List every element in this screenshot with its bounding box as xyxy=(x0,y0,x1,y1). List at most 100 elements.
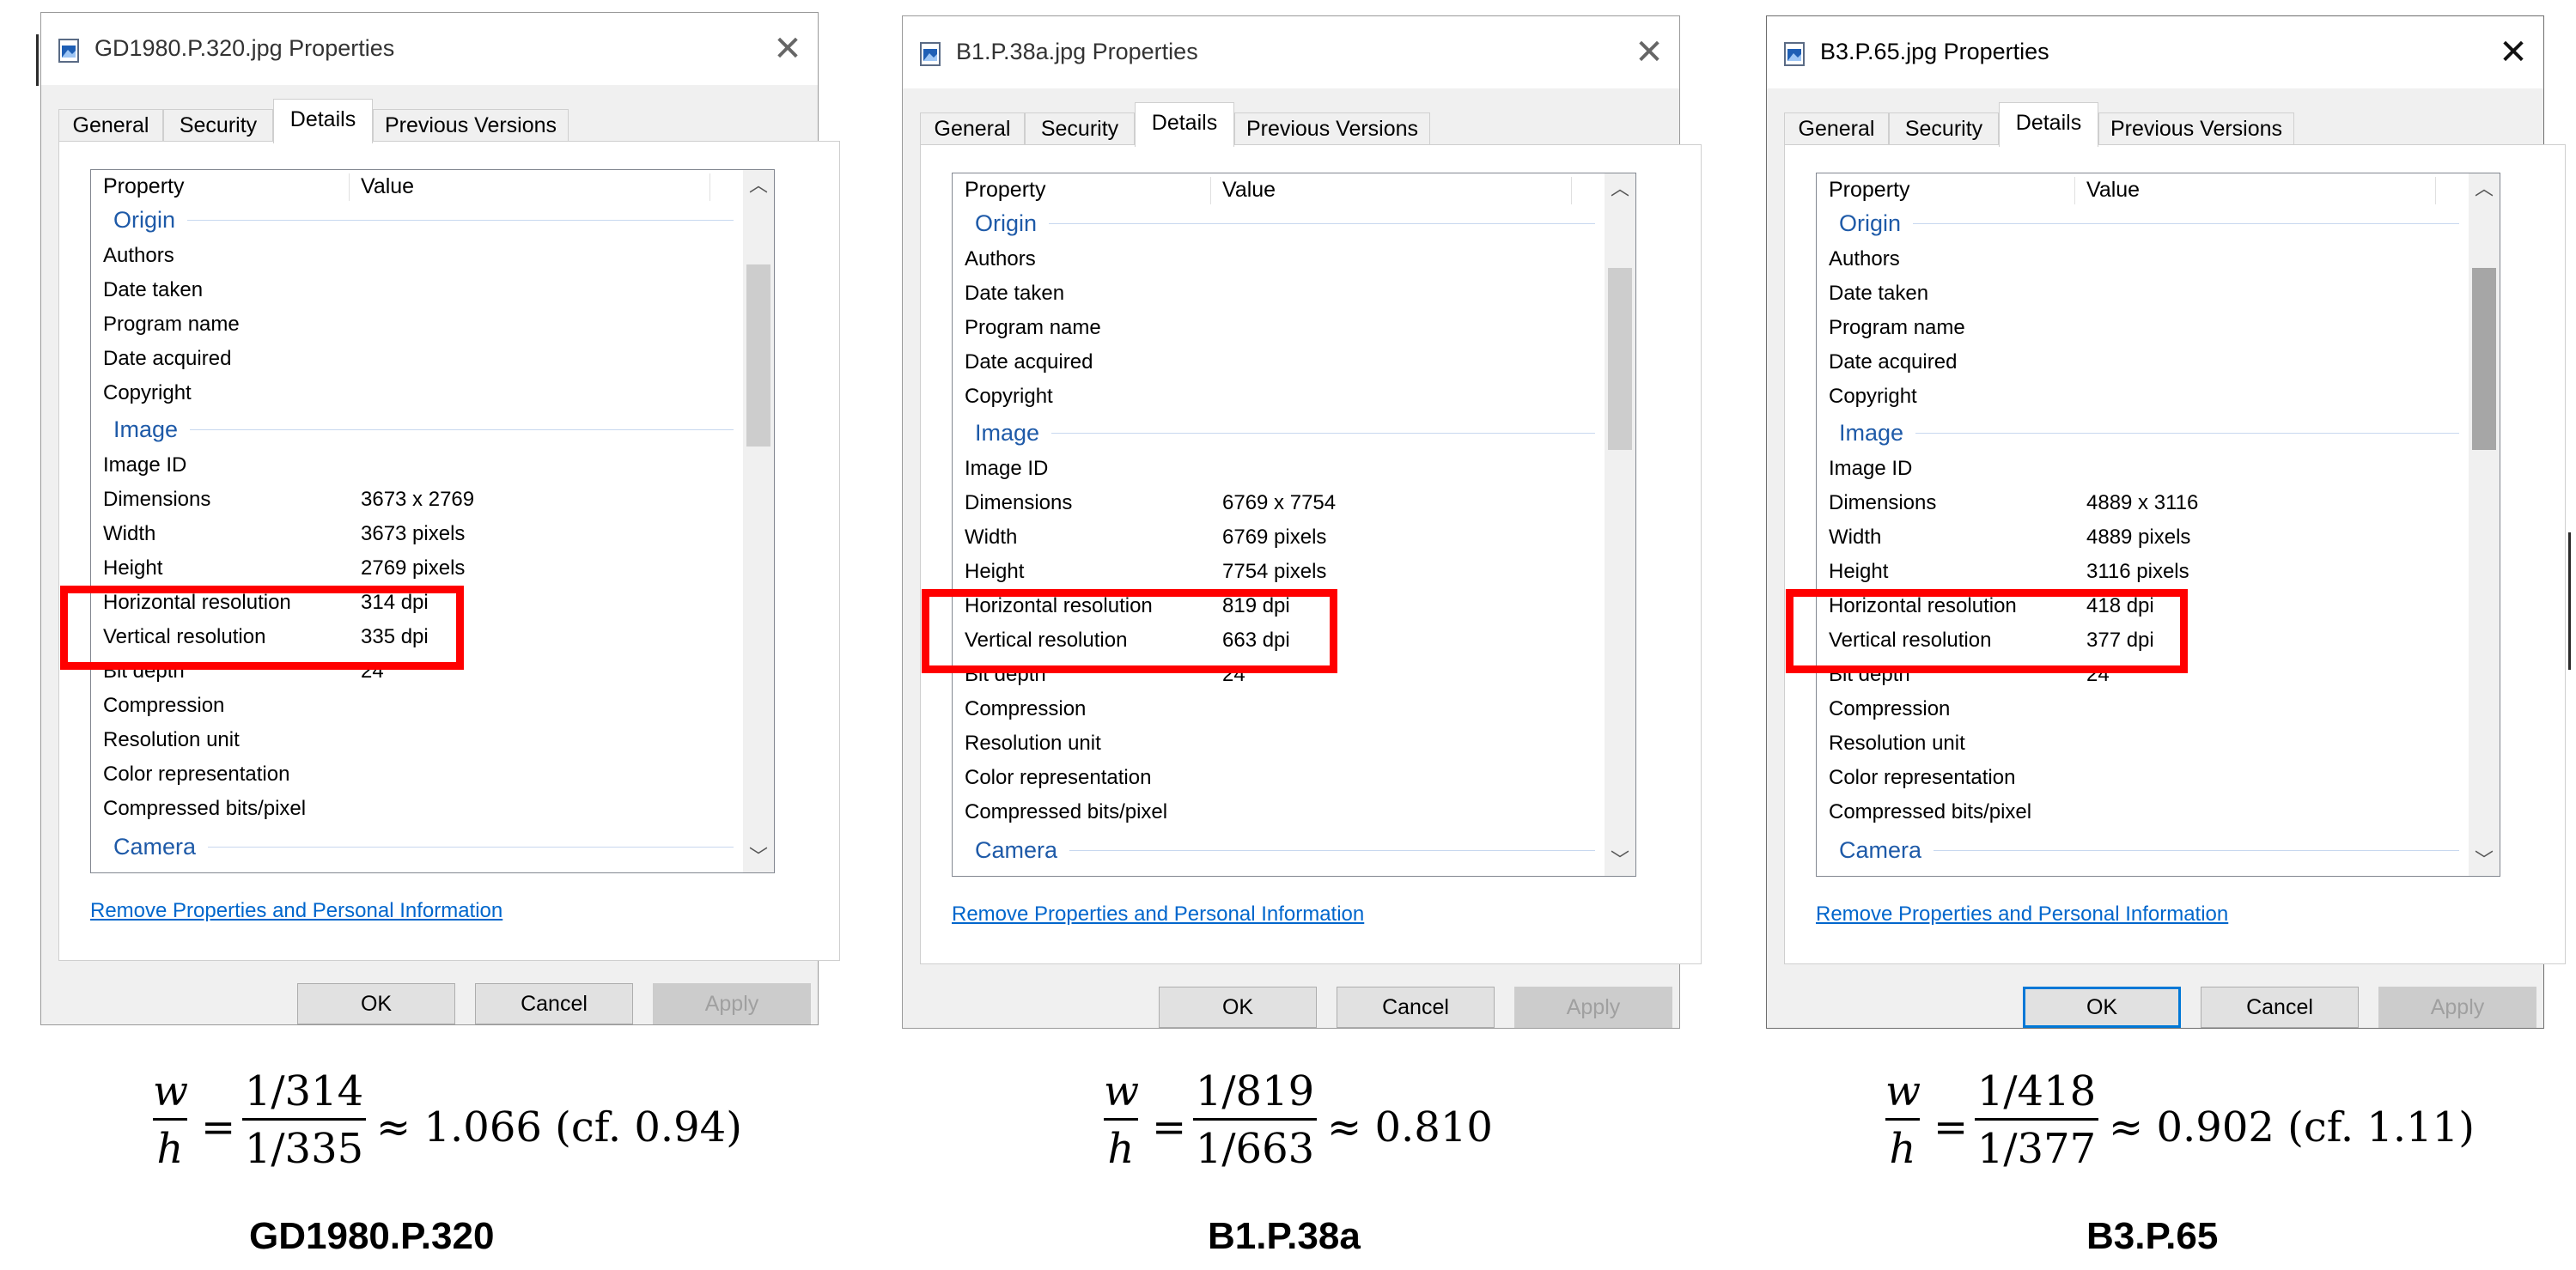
ok-button[interactable]: OK xyxy=(297,983,455,1024)
list-item[interactable]: Compression xyxy=(1817,692,2469,726)
tab-security[interactable]: Security xyxy=(1025,112,1135,145)
column-header-property[interactable]: Property xyxy=(965,173,1045,206)
list-item[interactable]: Dimensions 6769 x 7754 xyxy=(953,486,1605,520)
column-separator[interactable] xyxy=(2435,177,2436,204)
list-item[interactable]: Color representation xyxy=(953,761,1605,795)
title-bar[interactable]: GD1980.P.320.jpg Properties ✕ xyxy=(41,13,818,85)
close-icon[interactable]: ✕ xyxy=(1619,16,1679,88)
list-item[interactable]: Compression xyxy=(91,689,744,723)
property-name: Authors xyxy=(965,247,1036,270)
tab-previous-versions[interactable]: Previous Versions xyxy=(2098,112,2294,145)
list-item[interactable]: Image ID xyxy=(1817,452,2469,486)
tab-details[interactable]: Details xyxy=(1999,102,2098,147)
list-item[interactable]: Copyright xyxy=(1817,380,2469,414)
scroll-thumb[interactable] xyxy=(2472,268,2496,450)
list-item[interactable]: Program name xyxy=(91,307,744,342)
tab-security[interactable]: Security xyxy=(1889,112,1999,145)
list-item[interactable]: Image ID xyxy=(953,452,1605,486)
cancel-button[interactable]: Cancel xyxy=(2201,987,2359,1028)
column-separator[interactable] xyxy=(709,173,710,201)
remove-properties-link[interactable]: Remove Properties and Personal Informati… xyxy=(952,902,1364,927)
list-item[interactable]: Resolution unit xyxy=(953,726,1605,761)
list-item[interactable]: Copyright xyxy=(91,376,744,410)
group-divider xyxy=(975,223,1595,224)
list-item[interactable]: Width 3673 pixels xyxy=(91,517,744,551)
list-item[interactable]: Compressed bits/pixel xyxy=(1817,795,2469,829)
tab-general[interactable]: General xyxy=(1784,112,1889,145)
list-item[interactable]: Date acquired xyxy=(953,345,1605,380)
remove-properties-link[interactable]: Remove Properties and Personal Informati… xyxy=(90,899,502,923)
tab-general[interactable]: General xyxy=(920,112,1025,145)
apply-button[interactable]: Apply xyxy=(2378,987,2536,1028)
group-camera: Camera xyxy=(1817,833,2469,867)
list-item[interactable]: Date taken xyxy=(91,273,744,307)
list-item[interactable]: Program name xyxy=(953,311,1605,345)
property-name: Image ID xyxy=(103,453,187,477)
remove-properties-link[interactable]: Remove Properties and Personal Informati… xyxy=(1816,902,2228,927)
chevron-up-icon[interactable]: ︿ xyxy=(2469,173,2500,204)
list-item[interactable]: Date taken xyxy=(1817,276,2469,311)
list-item[interactable]: Authors xyxy=(953,242,1605,276)
list-item[interactable]: Height 7754 pixels xyxy=(953,555,1605,589)
column-header-value[interactable]: Value xyxy=(361,170,414,203)
column-header-value[interactable]: Value xyxy=(2086,173,2140,206)
list-item[interactable]: Resolution unit xyxy=(91,723,744,757)
tab-previous-versions[interactable]: Previous Versions xyxy=(1234,112,1430,145)
list-item[interactable]: Authors xyxy=(91,239,744,273)
ok-button[interactable]: OK xyxy=(1159,987,1317,1028)
apply-button[interactable]: Apply xyxy=(1514,987,1672,1028)
list-item[interactable]: Compressed bits/pixel xyxy=(953,795,1605,829)
chevron-up-icon[interactable]: ︿ xyxy=(1605,173,1635,204)
list-item[interactable]: Authors xyxy=(1817,242,2469,276)
column-header-property[interactable]: Property xyxy=(103,170,184,203)
column-separator[interactable] xyxy=(349,173,350,201)
list-item[interactable]: Date acquired xyxy=(91,342,744,376)
title-bar[interactable]: B3.P.65.jpg Properties ✕ xyxy=(1767,16,2543,88)
vertical-scrollbar[interactable]: ︿ ﹀ xyxy=(743,170,774,872)
list-item[interactable]: Image ID xyxy=(91,448,744,483)
cancel-button[interactable]: Cancel xyxy=(475,983,633,1024)
property-list[interactable]: Property Value Origin Authors Date taken… xyxy=(952,173,1636,877)
list-item[interactable]: Color representation xyxy=(1817,761,2469,795)
list-item[interactable]: Width 6769 pixels xyxy=(953,520,1605,555)
list-item[interactable]: Copyright xyxy=(953,380,1605,414)
chevron-down-icon[interactable]: ﹀ xyxy=(743,842,774,872)
scroll-thumb[interactable] xyxy=(1608,268,1632,450)
list-item[interactable]: Color representation xyxy=(91,757,744,792)
list-item[interactable]: Width 4889 pixels xyxy=(1817,520,2469,555)
cancel-button[interactable]: Cancel xyxy=(1337,987,1495,1028)
list-item[interactable]: Date acquired xyxy=(1817,345,2469,380)
list-item[interactable]: Compressed bits/pixel xyxy=(91,792,744,826)
column-header-property[interactable]: Property xyxy=(1829,173,1909,206)
property-list[interactable]: Property Value Origin Authors Date taken… xyxy=(90,169,775,873)
ok-button[interactable]: OK xyxy=(2023,987,2181,1028)
apply-button[interactable]: Apply xyxy=(653,983,811,1024)
column-separator[interactable] xyxy=(1210,177,1211,204)
tab-security[interactable]: Security xyxy=(163,109,273,142)
tab-details[interactable]: Details xyxy=(1135,102,1234,147)
title-bar[interactable]: B1.P.38a.jpg Properties ✕ xyxy=(903,16,1679,88)
list-item[interactable]: Dimensions 4889 x 3116 xyxy=(1817,486,2469,520)
list-item[interactable]: Compression xyxy=(953,692,1605,726)
list-item[interactable]: Dimensions 3673 x 2769 xyxy=(91,483,744,517)
column-separator[interactable] xyxy=(1571,177,1572,204)
column-header-value[interactable]: Value xyxy=(1222,173,1276,206)
list-item[interactable]: Resolution unit xyxy=(1817,726,2469,761)
chevron-down-icon[interactable]: ﹀ xyxy=(1605,845,1635,876)
property-list[interactable]: Property Value Origin Authors Date taken… xyxy=(1816,173,2500,877)
chevron-up-icon[interactable]: ︿ xyxy=(743,170,774,201)
tab-general[interactable]: General xyxy=(58,109,163,142)
list-item[interactable]: Program name xyxy=(1817,311,2469,345)
scroll-thumb[interactable] xyxy=(746,264,770,447)
close-icon[interactable]: ✕ xyxy=(758,13,818,85)
list-item[interactable]: Date taken xyxy=(953,276,1605,311)
list-item[interactable]: Height 2769 pixels xyxy=(91,551,744,586)
vertical-scrollbar[interactable]: ︿ ﹀ xyxy=(2469,173,2500,876)
vertical-scrollbar[interactable]: ︿ ﹀ xyxy=(1605,173,1635,876)
close-icon[interactable]: ✕ xyxy=(2483,16,2543,88)
chevron-down-icon[interactable]: ﹀ xyxy=(2469,845,2500,876)
column-separator[interactable] xyxy=(2074,177,2075,204)
list-item[interactable]: Height 3116 pixels xyxy=(1817,555,2469,589)
tab-previous-versions[interactable]: Previous Versions xyxy=(373,109,569,142)
tab-details[interactable]: Details xyxy=(273,99,373,143)
